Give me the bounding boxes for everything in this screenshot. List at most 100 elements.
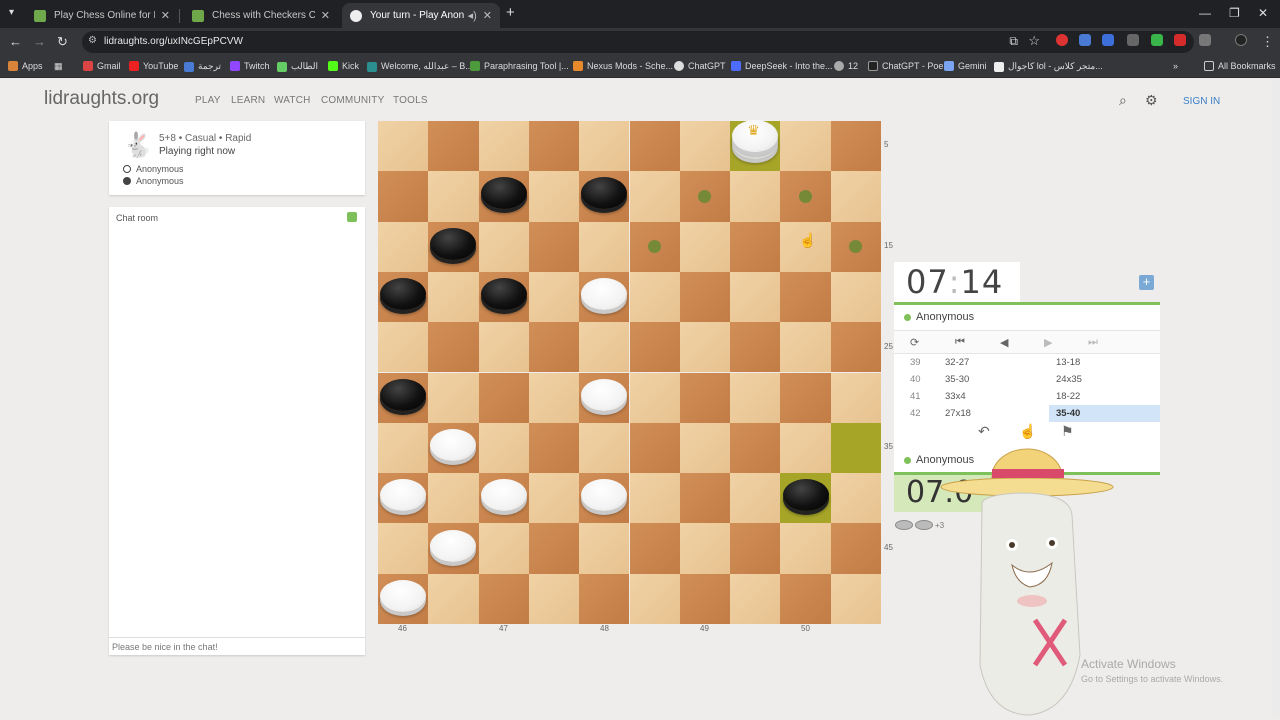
- white-man-piece[interactable]: [480, 479, 527, 512]
- browser-tab-1[interactable]: Play Chess Online for FREE - 2 P ✕: [26, 3, 178, 28]
- board-light-square[interactable]: [830, 573, 881, 624]
- minimize-icon[interactable]: —: [1199, 6, 1211, 20]
- board-light-square[interactable]: [780, 422, 831, 474]
- menu-kebab-icon[interactable]: ⋮: [1261, 34, 1274, 50]
- board-dark-square[interactable]: [528, 121, 580, 172]
- board-dark-square[interactable]: [428, 322, 479, 373]
- board-dark-square[interactable]: [528, 221, 580, 272]
- board-dark-square[interactable]: [730, 422, 781, 474]
- nav-learn[interactable]: LEARN: [231, 95, 265, 106]
- close-icon[interactable]: ✕: [161, 9, 170, 22]
- board-light-square[interactable]: [629, 473, 680, 524]
- bookmark-nexus[interactable]: Nexus Mods - Sche...: [573, 61, 673, 71]
- board-light-square[interactable]: [780, 523, 831, 574]
- browser-tab-active[interactable]: Your turn - Play Anon. • lid ◂) ✕: [342, 3, 500, 28]
- address-bar[interactable]: ⚙ lidraughts.org/uxINcGEpPCVW ⧉ ☆: [82, 31, 1194, 53]
- board-light-square[interactable]: [730, 473, 781, 524]
- black-man-piece[interactable]: [380, 378, 427, 411]
- board-light-square[interactable]: [579, 121, 630, 172]
- bookmark-gemini[interactable]: Gemini: [944, 61, 987, 71]
- bookmark-deepseek[interactable]: DeepSeek - Into the...: [731, 61, 833, 71]
- board-dark-square[interactable]: [830, 523, 881, 574]
- bookmark-gmail[interactable]: Gmail: [83, 61, 121, 71]
- prev-move-icon[interactable]: ◀: [1000, 336, 1008, 349]
- board-light-square[interactable]: [478, 121, 529, 172]
- board-dark-square[interactable]: [629, 523, 680, 574]
- window-close-icon[interactable]: ✕: [1258, 6, 1268, 20]
- chat-toggle[interactable]: [347, 212, 357, 222]
- flip-board-icon[interactable]: ⟳: [910, 336, 919, 349]
- board-light-square[interactable]: [528, 171, 580, 222]
- board-light-square[interactable]: [679, 322, 731, 373]
- board-light-square[interactable]: [428, 271, 479, 323]
- player-white[interactable]: Anonymous: [123, 164, 184, 174]
- move-white[interactable]: 32-27: [945, 357, 969, 368]
- black-man-piece[interactable]: [782, 479, 829, 512]
- bookmark-poe[interactable]: ChatGPT - Poe: [868, 61, 943, 71]
- move-white[interactable]: 35-30: [945, 374, 969, 385]
- board-dark-square[interactable]: [679, 271, 731, 323]
- draughts-board[interactable]: ♛: [378, 120, 881, 624]
- forward-icon[interactable]: →: [33, 34, 46, 49]
- board-light-square[interactable]: [629, 171, 680, 222]
- board-light-square[interactable]: [780, 322, 831, 373]
- speaker-icon[interactable]: ◂): [468, 9, 477, 22]
- extension-record-icon[interactable]: [1056, 34, 1068, 46]
- gear-icon[interactable]: ⚙: [1145, 92, 1158, 109]
- board-light-square[interactable]: [428, 372, 479, 423]
- bookmark-paraphrasing[interactable]: Paraphrasing Tool |...: [470, 61, 569, 71]
- board-dark-square[interactable]: [730, 523, 781, 574]
- extension-adblock-icon[interactable]: [1174, 34, 1186, 46]
- board-light-square[interactable]: [378, 322, 429, 373]
- tab-search-icon[interactable]: ▾: [9, 7, 14, 18]
- board-dark-square[interactable]: [679, 372, 731, 423]
- move-white[interactable]: 33x4: [945, 391, 966, 402]
- board-light-square[interactable]: [478, 221, 529, 272]
- white-man-piece[interactable]: [430, 529, 477, 562]
- board-dark-square[interactable]: [830, 422, 881, 474]
- board-light-square[interactable]: [629, 573, 680, 624]
- board-light-square[interactable]: [528, 473, 580, 524]
- board-dark-square[interactable]: [378, 171, 429, 222]
- move-white[interactable]: 27x18: [945, 408, 971, 419]
- black-man-piece[interactable]: [380, 278, 427, 311]
- board-dark-square[interactable]: [679, 473, 731, 524]
- nav-tools[interactable]: TOOLS: [393, 95, 428, 106]
- board-dark-square[interactable]: [679, 573, 731, 624]
- install-app-icon[interactable]: ⧉: [1009, 34, 1018, 49]
- board-light-square[interactable]: [830, 372, 881, 423]
- site-info-icon[interactable]: ⚙: [88, 35, 97, 46]
- search-icon[interactable]: ⌕: [1119, 92, 1127, 109]
- board-light-square[interactable]: [730, 271, 781, 323]
- board-light-square[interactable]: [830, 271, 881, 323]
- board-light-square[interactable]: [730, 171, 781, 222]
- board-light-square[interactable]: [478, 523, 529, 574]
- close-icon[interactable]: ✕: [483, 9, 492, 22]
- board-light-square[interactable]: [830, 171, 881, 222]
- board-light-square[interactable]: [478, 422, 529, 474]
- board-light-square[interactable]: [830, 473, 881, 524]
- board-light-square[interactable]: [428, 473, 479, 524]
- more-bookmarks-icon[interactable]: »: [1173, 61, 1178, 71]
- board-light-square[interactable]: [679, 221, 731, 272]
- grid-icon[interactable]: ▦: [54, 61, 63, 72]
- nav-watch[interactable]: WATCH: [274, 95, 311, 106]
- move-black[interactable]: 24x35: [1056, 374, 1082, 385]
- bookmark-12[interactable]: 12: [834, 61, 858, 71]
- site-logo[interactable]: lidraughts.org: [44, 88, 159, 110]
- board-light-square[interactable]: [579, 422, 630, 474]
- board-light-square[interactable]: [579, 523, 630, 574]
- board-light-square[interactable]: [378, 523, 429, 574]
- bookmark-student[interactable]: الطالب: [277, 61, 318, 72]
- board-light-square[interactable]: [730, 573, 781, 624]
- board-light-square[interactable]: [629, 271, 680, 323]
- board-light-square[interactable]: [730, 372, 781, 423]
- board-dark-square[interactable]: [780, 573, 831, 624]
- browser-tab-2[interactable]: Chess with Checkers Chess - M ✕: [184, 3, 338, 28]
- board-light-square[interactable]: [579, 221, 630, 272]
- white-man-piece[interactable]: [581, 378, 628, 411]
- reload-icon[interactable]: ↻: [57, 34, 68, 50]
- move-black-selected[interactable]: 35-40: [1056, 408, 1080, 419]
- extension-translate-icon[interactable]: [1079, 34, 1091, 46]
- board-dark-square[interactable]: [528, 322, 580, 373]
